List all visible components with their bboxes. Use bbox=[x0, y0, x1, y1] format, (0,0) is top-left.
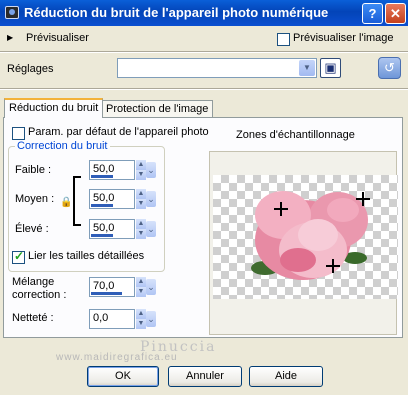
eleve-input[interactable]: 50,0 bbox=[89, 219, 135, 239]
sample-crosshair-icon[interactable] bbox=[356, 192, 370, 206]
preview-expand-icon[interactable]: ▶ bbox=[7, 33, 13, 42]
preview-image-label[interactable]: Prévisualiser l'image bbox=[293, 32, 394, 44]
spin-down-icon[interactable]: ▼ bbox=[136, 287, 146, 297]
sample-crosshair-icon[interactable] bbox=[274, 202, 288, 216]
melange-label: Mélange bbox=[12, 276, 55, 288]
window-title: Réduction du bruit de l'appareil photo n… bbox=[24, 5, 329, 20]
separator bbox=[0, 51, 408, 53]
spin-down-icon[interactable]: ▼ bbox=[136, 199, 146, 209]
peony-flower-image bbox=[251, 191, 368, 280]
camera-icon bbox=[5, 6, 19, 19]
save-preset-button[interactable]: ▣ bbox=[320, 58, 341, 78]
camera-defaults-checkbox[interactable] bbox=[12, 127, 25, 140]
nettete-input[interactable]: 0,0 bbox=[89, 309, 135, 329]
chevron-down-icon[interactable]: ⌄ bbox=[146, 162, 156, 178]
spin-up-icon[interactable]: ▲ bbox=[136, 219, 146, 229]
ok-button[interactable]: OK bbox=[87, 366, 159, 387]
separator bbox=[0, 88, 408, 90]
chevron-down-icon[interactable]: ⌄ bbox=[146, 279, 156, 295]
chevron-down-icon[interactable]: ▼ bbox=[299, 60, 315, 76]
sampling-zones-title: Zones d'échantillonnage bbox=[236, 129, 355, 141]
sample-crosshair-icon[interactable] bbox=[326, 259, 340, 273]
spin-down-icon[interactable]: ▼ bbox=[136, 170, 146, 180]
eleve-spinner[interactable]: 50,0 ▲ ▼ ⌄ bbox=[89, 219, 156, 239]
help-button[interactable]: Aide bbox=[249, 366, 323, 387]
spin-up-icon[interactable]: ▲ bbox=[136, 309, 146, 319]
nettete-spinner[interactable]: 0,0 ▲ ▼ ⌄ bbox=[89, 309, 156, 329]
sampling-preview[interactable] bbox=[213, 175, 398, 299]
lock-icon[interactable]: 🔒 bbox=[60, 197, 72, 208]
reset-arrow-icon: ↺ bbox=[384, 60, 395, 75]
spin-down-icon[interactable]: ▼ bbox=[136, 229, 146, 239]
melange-spinner[interactable]: 70,0 ▲ ▼ ⌄ bbox=[89, 277, 156, 297]
nettete-label: Netteté : bbox=[12, 312, 54, 324]
melange-input[interactable]: 70,0 bbox=[89, 277, 135, 297]
moyen-spinner[interactable]: 50,0 ▲ ▼ ⌄ bbox=[89, 189, 156, 209]
reset-button[interactable]: ↺ bbox=[378, 57, 401, 79]
moyen-input[interactable]: 50,0 bbox=[89, 189, 135, 209]
presets-label: Réglages bbox=[7, 63, 54, 75]
spin-down-icon[interactable]: ▼ bbox=[136, 319, 146, 329]
tab-image-protection[interactable]: Protection de l'image bbox=[101, 100, 214, 118]
chevron-down-icon[interactable]: ⌄ bbox=[146, 191, 156, 207]
spin-up-icon[interactable]: ▲ bbox=[136, 189, 146, 199]
link-bracket bbox=[73, 176, 81, 226]
floppy-disk-icon: ▣ bbox=[324, 60, 337, 75]
melange-label-line2: correction : bbox=[12, 289, 67, 301]
close-button[interactable]: ✕ bbox=[385, 3, 406, 24]
link-sizes-checkbox[interactable] bbox=[12, 249, 25, 264]
spin-up-icon[interactable]: ▲ bbox=[136, 277, 146, 287]
faible-label: Faible : bbox=[15, 164, 52, 176]
faible-spinner[interactable]: 50,0 ▲ ▼ ⌄ bbox=[89, 160, 156, 180]
tab-noise-reduction[interactable]: Réduction du bruit bbox=[4, 98, 104, 118]
camera-defaults-label[interactable]: Param. par défaut de l'appareil photo bbox=[28, 126, 209, 138]
chevron-down-icon[interactable]: ⌄ bbox=[146, 311, 156, 327]
preview-image-checkbox[interactable] bbox=[277, 33, 290, 46]
moyen-label: Moyen : bbox=[15, 193, 55, 205]
faible-input[interactable]: 50,0 bbox=[89, 160, 135, 180]
presets-combo[interactable]: ▼ bbox=[117, 58, 317, 78]
cancel-button[interactable]: Annuler bbox=[168, 366, 242, 387]
title-help-button[interactable]: ? bbox=[362, 3, 383, 24]
chevron-down-icon[interactable]: ⌄ bbox=[146, 221, 156, 237]
link-sizes-label[interactable]: Lier les tailles détaillées bbox=[28, 250, 144, 262]
spin-up-icon[interactable]: ▲ bbox=[136, 160, 146, 170]
eleve-label: Élevé : bbox=[15, 223, 49, 235]
title-bar: Réduction du bruit de l'appareil photo n… bbox=[0, 0, 408, 26]
noise-correction-title: Correction du bruit bbox=[15, 140, 110, 152]
watermark-site: www.maidiregrafica.eu bbox=[56, 352, 178, 363]
preview-label[interactable]: Prévisualiser bbox=[26, 32, 89, 44]
